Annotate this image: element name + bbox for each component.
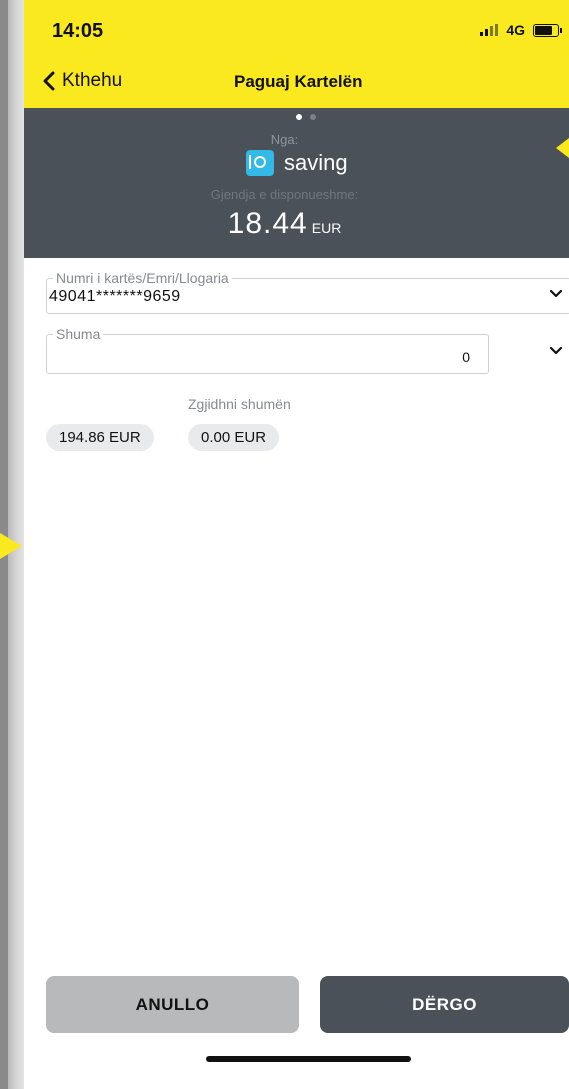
chevron-left-icon (43, 71, 55, 91)
chevron-down-icon[interactable] (549, 287, 563, 301)
from-label: Nga: (270, 132, 299, 147)
card-field-legend: Numri i kartës/Emri/Llogaria (53, 270, 232, 286)
safe-icon (246, 150, 274, 176)
page-dot (310, 114, 316, 120)
page-indicator (296, 114, 316, 120)
amount-chip[interactable]: 194.86 EUR (46, 424, 154, 451)
back-button[interactable]: Kthehu (42, 70, 122, 92)
balance: 18.44 EUR (0, 207, 569, 241)
status-icons: 4G (480, 22, 562, 38)
card-field[interactable]: Numri i kartës/Emri/Llogaria 49041******… (46, 270, 569, 314)
page-dot-active (296, 114, 302, 120)
back-label: Kthehu (62, 70, 123, 91)
account-name: saving (284, 150, 348, 175)
available-balance-label: Gjendja e disponueshme: (210, 187, 359, 202)
amount-field-value: 0 (462, 349, 470, 365)
amount-field-legend: Shuma (53, 326, 104, 342)
amount-field[interactable]: Shuma 0 (46, 326, 489, 374)
status-time: 14:05 (52, 20, 104, 42)
page-title: Paguaj Kartelën (234, 72, 363, 91)
network-label: 4G (506, 22, 525, 38)
home-indicator[interactable] (206, 1056, 411, 1062)
account-name-row: saving (246, 150, 348, 176)
cancel-button[interactable]: ANULLO (46, 976, 299, 1033)
annotation-arrow-icon (0, 533, 22, 559)
card-field-value: 49041*******9659 (49, 288, 181, 305)
balance-currency: EUR (311, 220, 342, 236)
annotation-arrow-icon (556, 138, 569, 158)
choose-amount-label: Zgjidhni shumën (188, 396, 291, 412)
chevron-down-icon[interactable] (549, 344, 563, 358)
send-button[interactable]: DËRGO (320, 976, 569, 1033)
amount-chip[interactable]: 0.00 EUR (188, 424, 280, 451)
balance-amount: 18.44 (227, 207, 308, 240)
battery-icon (533, 23, 562, 37)
signal-icon (480, 24, 499, 36)
